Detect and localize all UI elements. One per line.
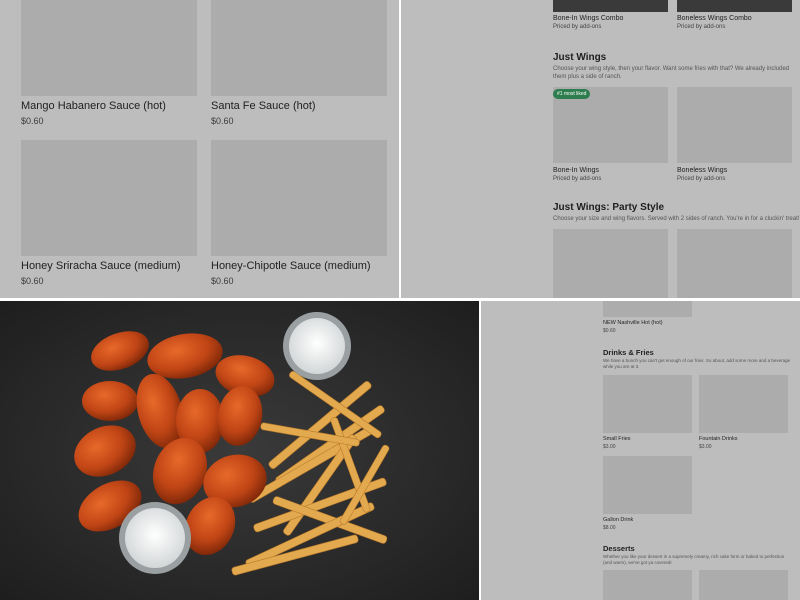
item-name: Mango Habanero Sauce (hot)	[21, 100, 166, 112]
menu-item-card[interactable]	[699, 570, 788, 600]
item-name: Boneless Wings Combo	[677, 15, 752, 22]
section-title: Drinks & Fries	[603, 348, 654, 357]
menu-item-card[interactable]: NEW Nashville Hot (hot) $0.60	[603, 301, 692, 334]
item-image-placeholder	[603, 301, 692, 317]
item-image-placeholder	[677, 87, 792, 163]
item-image-placeholder: #1 most liked	[553, 87, 668, 163]
menu-item-card[interactable]: Gallon Drink $8.00	[603, 456, 692, 531]
item-subtitle: Priced by add-ons	[677, 24, 726, 30]
section-description: Choose your wing style, then your flavor…	[553, 66, 790, 81]
wings-menu-panel: Bone-In Wings Combo Priced by add-ons Bo…	[401, 0, 800, 298]
drinks-desserts-panel: NEW Nashville Hot (hot) $0.60 Drinks & F…	[481, 301, 800, 600]
menu-item-card[interactable]: #1 most liked Bone-In Wings Priced by ad…	[553, 87, 668, 182]
section-description: Whether you like your dessert in a supre…	[603, 554, 785, 566]
item-image-placeholder	[603, 570, 692, 600]
section-description: Choose your size and wing flavors. Serve…	[553, 216, 800, 222]
item-image-placeholder	[553, 229, 668, 298]
item-name: Boneless Wings	[677, 167, 728, 174]
menu-item-card[interactable]: Honey Sriracha Sauce (medium) $0.60	[21, 140, 197, 286]
item-name: NEW Nashville Hot (hot)	[603, 320, 663, 326]
item-name: Bone-In Wings	[553, 167, 599, 174]
menu-item-card[interactable]: Boneless Wings Priced by add-ons	[677, 87, 792, 182]
item-price: $8.00	[603, 525, 616, 531]
item-price: $0.60	[211, 116, 234, 126]
item-image-placeholder	[211, 140, 387, 256]
section-title: Desserts	[603, 544, 635, 553]
menu-item-card[interactable]	[553, 229, 668, 298]
menu-item-card[interactable]: Small Fries $3.00	[603, 375, 692, 450]
item-image	[553, 0, 668, 12]
menu-item-card[interactable]: Santa Fe Sauce (hot) $0.60	[211, 0, 387, 126]
section-title: Just Wings	[553, 52, 607, 63]
item-name: Santa Fe Sauce (hot)	[211, 100, 316, 112]
most-liked-badge: #1 most liked	[553, 89, 591, 99]
item-name: Gallon Drink	[603, 517, 634, 523]
item-price: $0.60	[211, 276, 234, 286]
menu-item-card[interactable]: Boneless Wings Combo Priced by add-ons	[677, 0, 792, 30]
item-price: $3.00	[603, 444, 616, 450]
item-image-placeholder	[603, 375, 692, 433]
wings-fries-illustration	[0, 301, 479, 600]
item-image-placeholder	[699, 570, 788, 600]
item-name: Small Fries	[603, 436, 631, 442]
menu-item-card[interactable]: Bone-In Wings Combo Priced by add-ons	[553, 0, 668, 30]
item-price: $0.60	[603, 328, 616, 334]
menu-item-card[interactable]	[677, 229, 792, 298]
item-name: Honey-Chipotle Sauce (medium)	[211, 260, 371, 272]
menu-item-card[interactable]	[603, 570, 692, 600]
menu-item-card[interactable]: Honey-Chipotle Sauce (medium) $0.60	[211, 140, 387, 286]
item-image-placeholder	[603, 456, 692, 514]
item-name: Bone-In Wings Combo	[553, 15, 624, 22]
item-image-placeholder	[699, 375, 788, 433]
item-name: Fountain Drinks	[699, 436, 738, 442]
section-description: We have a bunch you can't get enough of …	[603, 358, 791, 370]
item-image-placeholder	[21, 140, 197, 256]
item-image-placeholder	[211, 0, 387, 96]
wings-and-fries-photo	[0, 301, 479, 600]
item-price: $3.00	[699, 444, 712, 450]
sauce-menu-panel: Mango Habanero Sauce (hot) $0.60 Santa F…	[0, 0, 399, 298]
item-image-placeholder	[21, 0, 197, 96]
item-subtitle: Priced by add-ons	[553, 24, 602, 30]
item-image	[677, 0, 792, 12]
item-subtitle: Priced by add-ons	[677, 176, 726, 182]
item-price: $0.60	[21, 276, 44, 286]
item-subtitle: Priced by add-ons	[553, 176, 602, 182]
menu-item-card[interactable]: Fountain Drinks $3.00	[699, 375, 788, 450]
item-image-placeholder	[677, 229, 792, 298]
section-title: Just Wings: Party Style	[553, 202, 665, 213]
menu-item-card[interactable]: Mango Habanero Sauce (hot) $0.60	[21, 0, 197, 126]
item-price: $0.60	[21, 116, 44, 126]
item-name: Honey Sriracha Sauce (medium)	[21, 260, 181, 272]
